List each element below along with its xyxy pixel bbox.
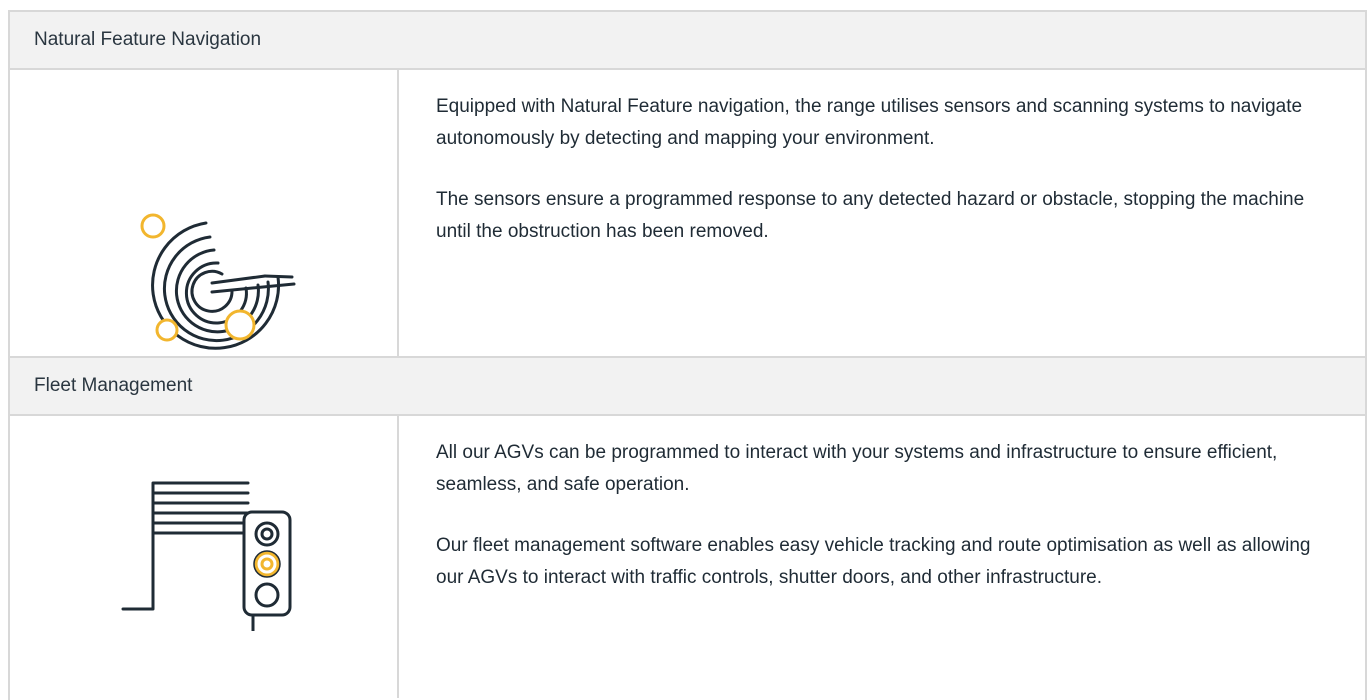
- paragraph: The sensors ensure a programmed response…: [436, 189, 1305, 242]
- section-header-fleet-management: Fleet Management: [10, 358, 1365, 416]
- paragraph: Our fleet management software enables ea…: [436, 535, 1311, 588]
- section-title: Natural Feature Navigation: [34, 29, 262, 50]
- section-title: Fleet Management: [34, 375, 193, 396]
- paragraph: Equipped with Natural Feature navigation…: [436, 96, 1303, 149]
- paragraph: All our AGVs can be programmed to intera…: [436, 442, 1278, 495]
- section-header-natural-feature-navigation: Natural Feature Navigation: [10, 12, 1365, 70]
- section-body-natural-feature-navigation: Equipped with Natural Feature navigation…: [10, 70, 1365, 358]
- shutter-door-traffic-light-icon: [121, 481, 292, 631]
- radar-scan-icon: [140, 213, 296, 350]
- section-description: All our AGVs can be programmed to intera…: [399, 416, 1365, 698]
- icon-cell: [10, 416, 399, 698]
- section-description: Equipped with Natural Feature navigation…: [399, 70, 1365, 356]
- section-body-fleet-management: All our AGVs can be programmed to intera…: [10, 416, 1365, 698]
- icon-cell: [10, 70, 399, 356]
- feature-table: Natural Feature Navigation Equipped with…: [8, 10, 1367, 700]
